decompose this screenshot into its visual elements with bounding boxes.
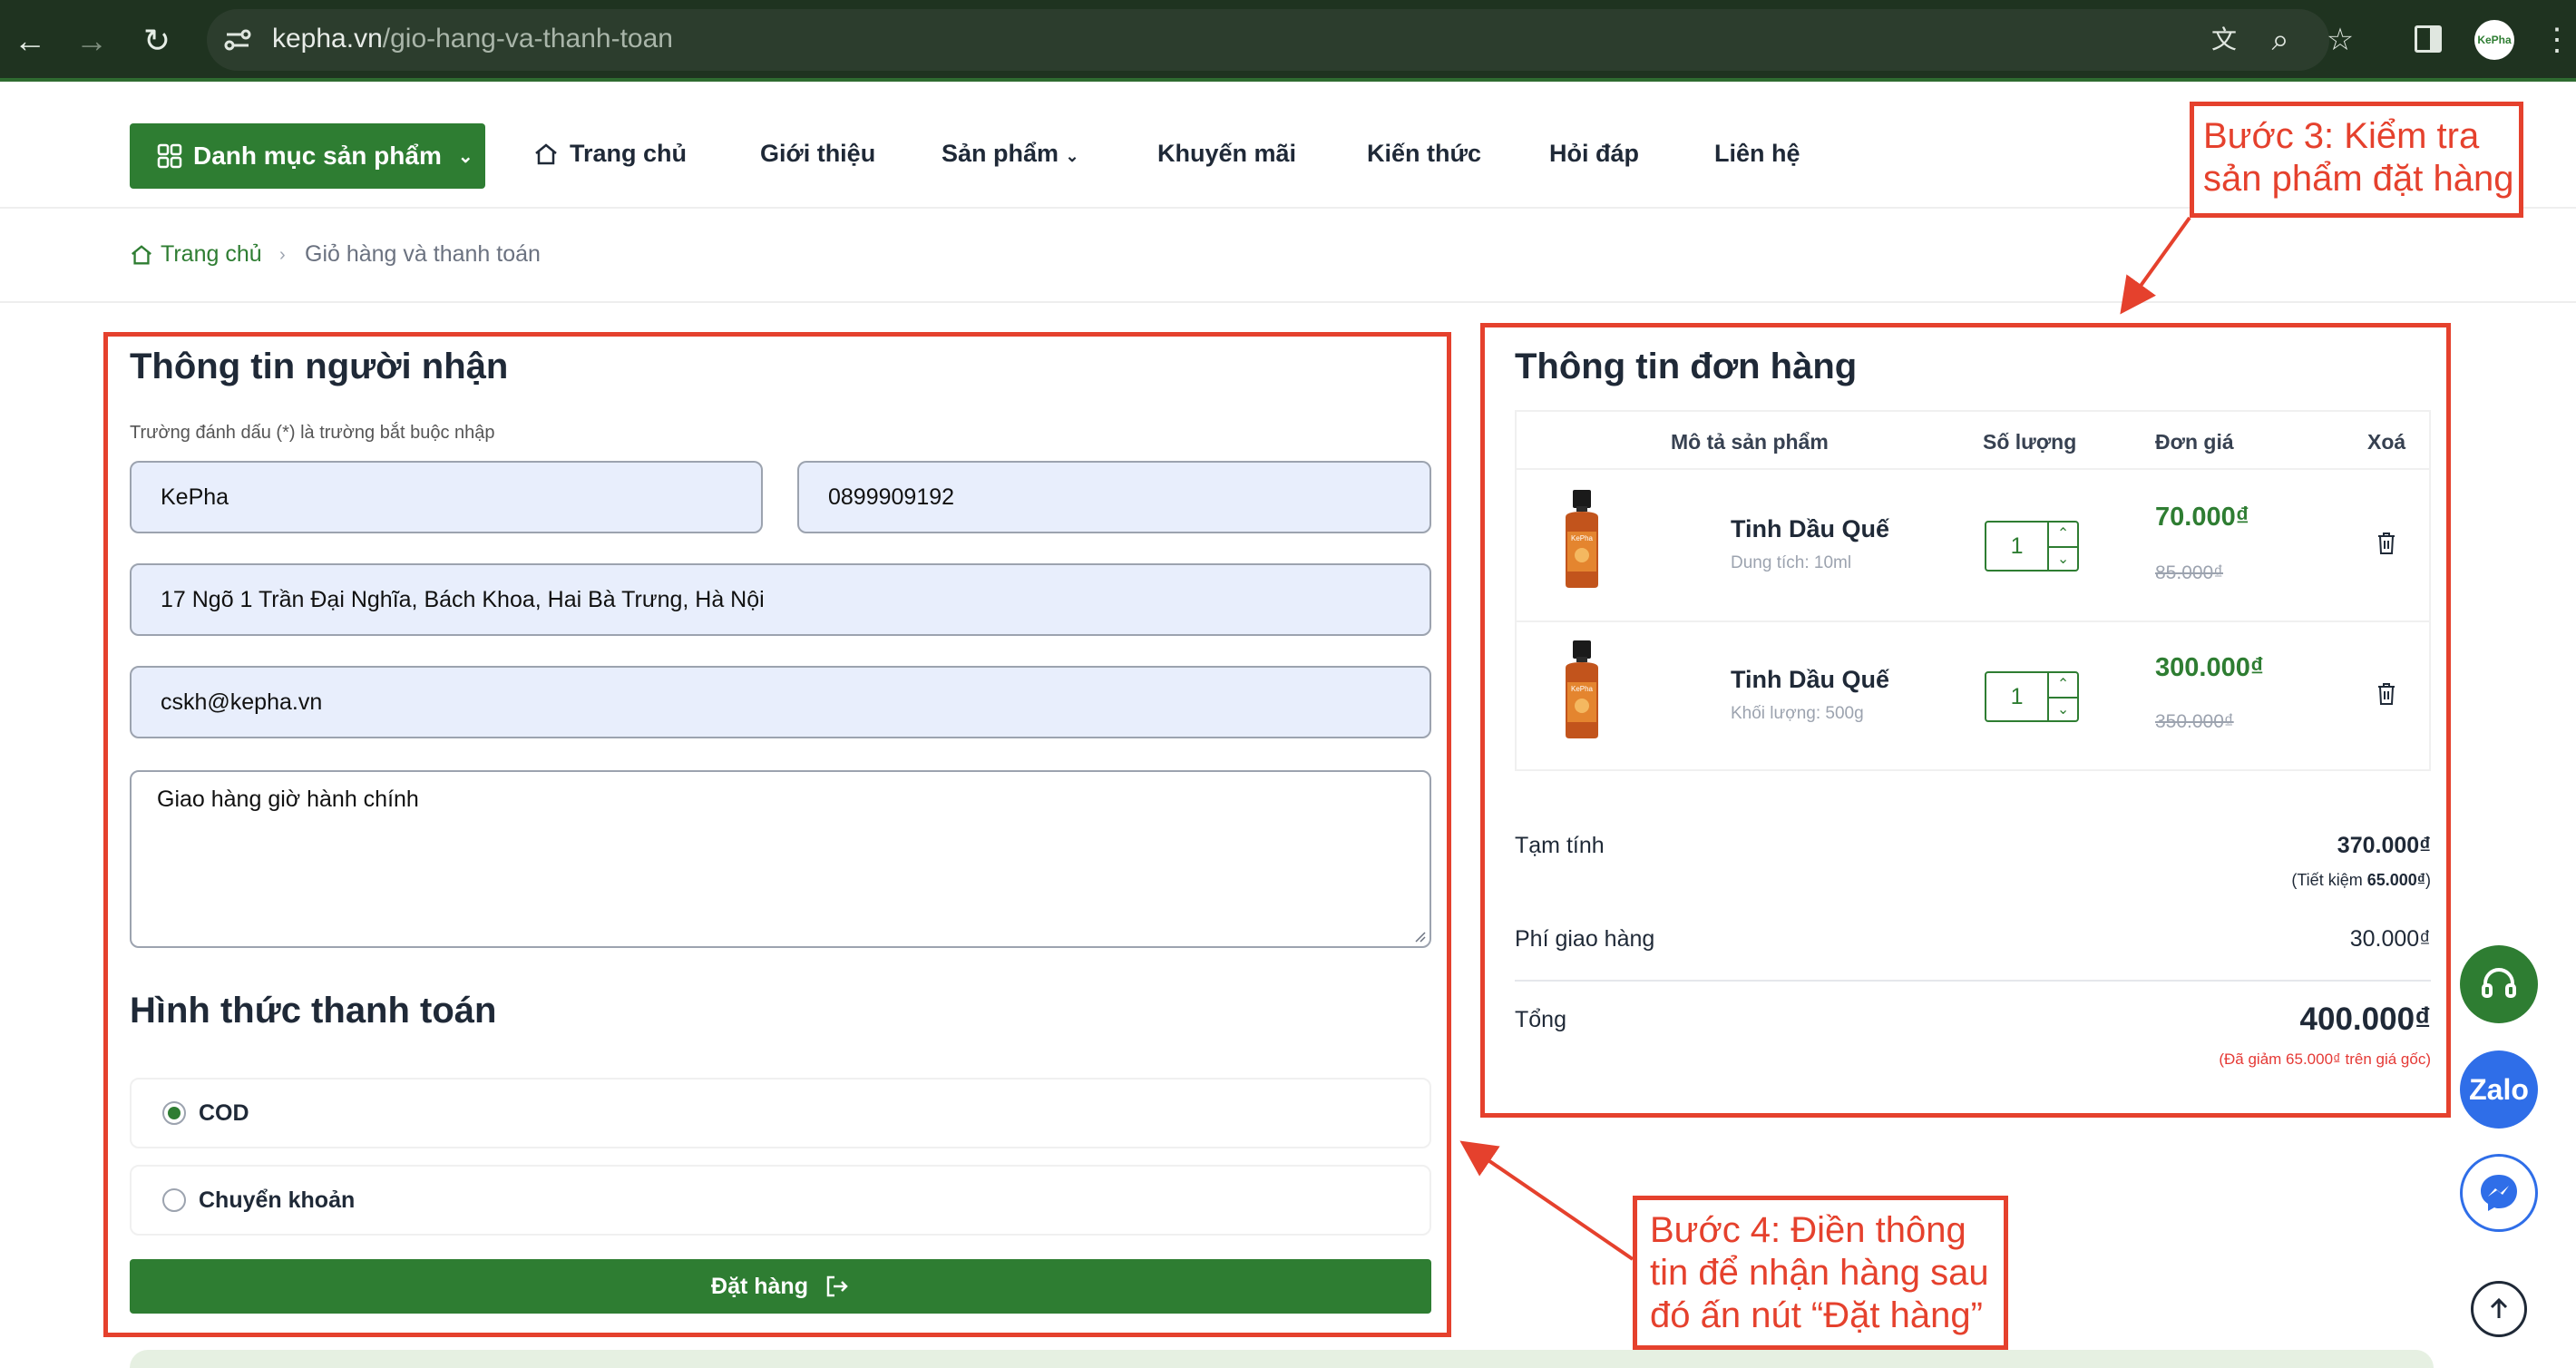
messenger-button[interactable] xyxy=(2460,1154,2538,1232)
scroll-top-button[interactable] xyxy=(2471,1281,2527,1337)
zalo-chat-button[interactable]: Zalo xyxy=(2460,1050,2538,1129)
step4-arrow xyxy=(1459,1140,1634,1261)
zalo-label: Zalo xyxy=(2469,1072,2529,1106)
step3-arrow xyxy=(2120,216,2191,315)
annotation-arrows xyxy=(1459,216,2191,1261)
arrow-up-icon xyxy=(2490,1297,2508,1318)
messenger-icon xyxy=(2481,1175,2517,1211)
footer-banner-edge xyxy=(130,1350,2434,1368)
support-hotline-button[interactable] xyxy=(2460,945,2538,1023)
headset-icon xyxy=(2482,968,2516,998)
